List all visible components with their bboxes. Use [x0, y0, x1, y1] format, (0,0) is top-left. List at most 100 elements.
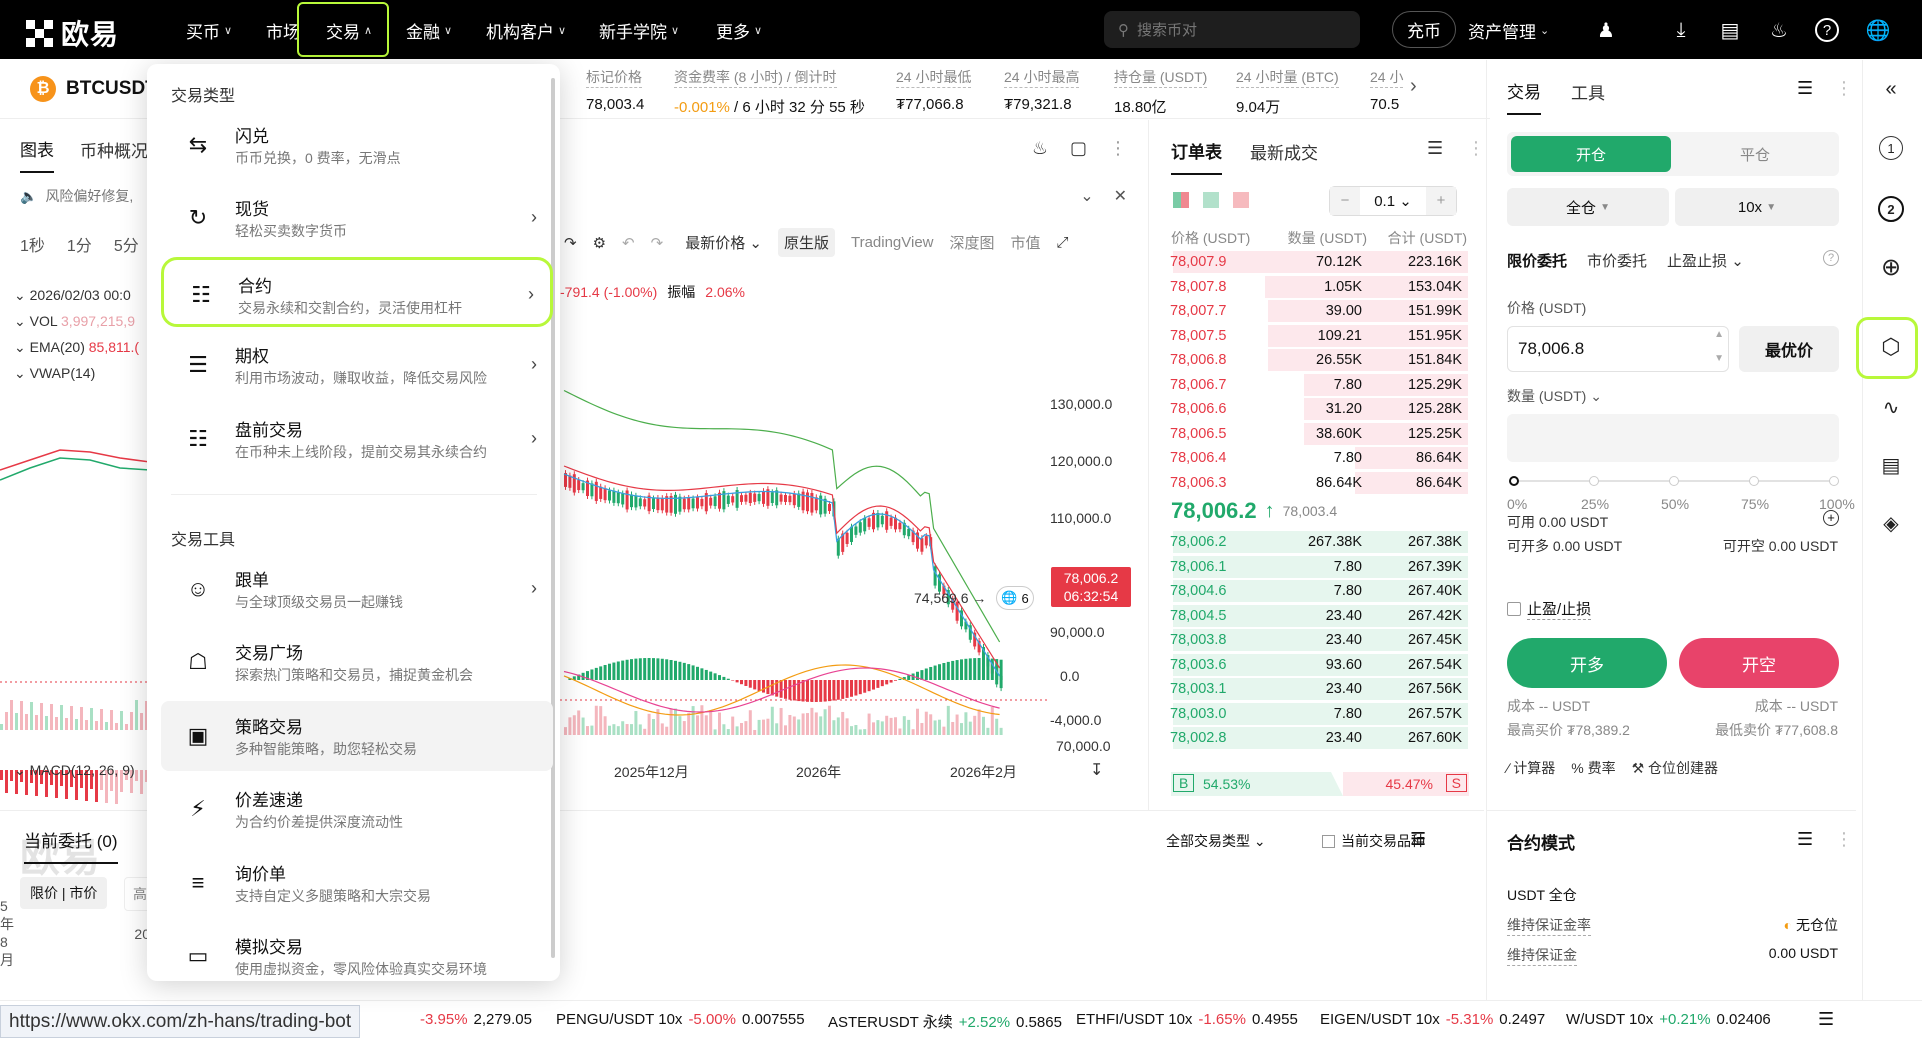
deposit-button[interactable]: 充币: [1392, 11, 1456, 48]
leverage-select[interactable]: 10x ▼: [1675, 188, 1839, 226]
timeframe-5m[interactable]: 5分: [114, 232, 139, 256]
view-both-icon[interactable]: [1173, 192, 1189, 208]
close-icon[interactable]: ✕: [1114, 186, 1127, 206]
bottom-ticker-item[interactable]: -3.95% 2,279.05: [414, 1011, 532, 1028]
slider-dot[interactable]: [1749, 476, 1759, 486]
dropdown-item-spread[interactable]: ⚡ 价差速递 为合约价差提供深度流动性: [161, 774, 553, 844]
ask-row[interactable]: 78,006.4 7.80 86.64K: [1170, 446, 1468, 470]
dropdown-item-premarket[interactable]: ☷ 盘前交易 在币种未上线阶段，提前交易其永续合约 ›: [161, 404, 553, 474]
tab-orderbook[interactable]: 订单表: [1171, 138, 1222, 175]
search-input[interactable]: ⚲ 搜索币对: [1104, 11, 1360, 48]
info-icon[interactable]: ?: [1823, 250, 1839, 266]
layout-2-icon[interactable]: 2: [1878, 196, 1904, 222]
nav-item-6[interactable]: 更多 ∨: [716, 18, 762, 43]
bid-row[interactable]: 78,003.0 7.80 267.57K: [1170, 702, 1468, 726]
nav-item-1[interactable]: 市场: [266, 18, 300, 43]
contract-settings-icon[interactable]: ☰: [1797, 829, 1813, 850]
ask-row[interactable]: 78,006.7 7.80 125.29K: [1170, 373, 1468, 397]
dropdown-item-demo[interactable]: ▭ 模拟交易 使用虚拟资金，零风险体验真实交易环境: [161, 921, 553, 981]
qty-label[interactable]: 数量 (USDT) ⌄: [1507, 386, 1602, 406]
slider-dot[interactable]: [1509, 476, 1519, 486]
bid-row[interactable]: 78,004.5 23.40 267.42K: [1170, 604, 1468, 628]
ask-row[interactable]: 78,007.5 109.21 151.95K: [1170, 324, 1468, 348]
price-input[interactable]: 78,006.8 ▲ ▼: [1507, 326, 1729, 372]
add-funds-icon[interactable]: +: [1823, 510, 1839, 526]
fullscreen-icon[interactable]: ⤢: [1057, 234, 1069, 251]
nav-item-4[interactable]: 机构客户 ∨: [486, 18, 566, 43]
bid-row[interactable]: 78,002.8 23.40 267.60K: [1170, 726, 1468, 750]
stepper-down-icon[interactable]: ▼: [1714, 353, 1724, 364]
redo-icon[interactable]: ↷: [651, 234, 664, 252]
slider-dot[interactable]: [1829, 476, 1839, 486]
ticker-settings-icon[interactable]: ☰: [1818, 1009, 1834, 1030]
fee-rate-button[interactable]: % 费率: [1571, 758, 1615, 778]
tab-limit-order[interactable]: 限价委托: [1507, 250, 1567, 271]
ask-row[interactable]: 78,006.3 86.64K 86.64K: [1170, 471, 1468, 495]
plus-icon[interactable]: +: [1426, 187, 1456, 215]
axis-scale-icon[interactable]: ↧: [1090, 760, 1103, 780]
price-step-stepper[interactable]: − 0.1 ⌄ +: [1329, 186, 1457, 216]
tab-latest-trades[interactable]: 最新成交: [1250, 139, 1318, 174]
nav-item-5[interactable]: 新手学院 ∨: [599, 18, 679, 43]
more-icon[interactable]: ⋮: [1835, 78, 1853, 99]
tab-tools[interactable]: 工具: [1571, 79, 1605, 114]
download-icon[interactable]: ⤓: [1667, 16, 1695, 44]
dropdown-item-copytrade[interactable]: ☺ 跟单 与全球顶级交易员一起赚钱 ›: [161, 554, 553, 624]
bid-row[interactable]: 78,003.6 93.60 267.54K: [1170, 653, 1468, 677]
chevron-right-icon[interactable]: ›: [1410, 75, 1417, 98]
best-price-button[interactable]: 最优价: [1739, 326, 1839, 372]
bottom-ticker-item[interactable]: ETHFI/USDT 10x -1.65% 0.4955: [1076, 1011, 1298, 1028]
dropdown-item-swap[interactable]: ⇆ 闪兑 币币兑换，0 费率，无滑点: [161, 110, 553, 180]
view-marketcap[interactable]: 市值: [1011, 232, 1041, 253]
tab-coin-info[interactable]: 币种概况: [80, 137, 148, 172]
tab-current-orders[interactable]: 当前委托 (0): [24, 827, 118, 864]
more-icon[interactable]: ⋮: [1109, 138, 1127, 159]
bid-row[interactable]: 78,003.1 23.40 267.56K: [1170, 677, 1468, 701]
tab-chart[interactable]: 图表: [20, 136, 54, 173]
ask-row[interactable]: 78,007.9 70.12K 223.16K: [1170, 250, 1468, 274]
dropdown-item-rfq[interactable]: ≡ 询价单 支持自定义多腿策略和大宗交易: [161, 848, 553, 918]
asset-management-menu[interactable]: 资产管理 ⌄: [1468, 18, 1549, 43]
dropdown-item-bot[interactable]: ▣ 策略交易 多种智能策略，助您轻松交易: [161, 700, 553, 771]
bell-icon[interactable]: ♨: [1765, 16, 1793, 44]
bid-row[interactable]: 78,006.2 267.38K 267.38K: [1170, 530, 1468, 554]
ask-row[interactable]: 78,007.8 1.05K 153.04K: [1170, 275, 1468, 299]
settings-icon[interactable]: ⚙: [593, 234, 606, 252]
position-builder-button[interactable]: ⚒ 仓位创建器: [1632, 758, 1718, 778]
chat-icon[interactable]: ▤: [1716, 16, 1744, 44]
view-bids-icon[interactable]: [1203, 192, 1219, 208]
view-depth[interactable]: 深度图: [950, 232, 995, 253]
price-mode-select[interactable]: 最新价格 ⌄: [685, 232, 762, 253]
collapse-icon[interactable]: ⌄: [1080, 186, 1093, 206]
view-tradingview[interactable]: TradingView: [851, 234, 934, 251]
bottom-ticker-item[interactable]: W/USDT 10x +0.21% 0.02406: [1566, 1011, 1771, 1028]
open-position-tab[interactable]: 开仓: [1511, 136, 1671, 172]
trade-settings-icon[interactable]: ☰: [1797, 78, 1813, 99]
pair-selector[interactable]: ₿ BTCUSDT: [30, 76, 157, 102]
timeframe-1s[interactable]: 1秒: [20, 232, 45, 256]
help-icon[interactable]: ?: [1815, 18, 1839, 42]
tab-trade[interactable]: 交易: [1507, 78, 1541, 115]
collapse-panel-icon[interactable]: «: [1876, 74, 1906, 104]
user-icon[interactable]: ♟: [1592, 16, 1620, 44]
ask-row[interactable]: 78,006.6 31.20 125.28K: [1170, 397, 1468, 421]
add-layout-icon[interactable]: ⊕: [1876, 252, 1906, 282]
activity-icon[interactable]: ∿: [1876, 392, 1906, 422]
tab-market-order[interactable]: 市价委托: [1587, 250, 1647, 271]
ask-row[interactable]: 78,007.7 39.00 151.99K: [1170, 299, 1468, 323]
bottom-ticker-item[interactable]: ASTERUSDT 永续 +2.52% 0.5865: [828, 1011, 1062, 1032]
tpsl-checkbox[interactable]: 止盈/止损: [1507, 598, 1592, 620]
okx-logo[interactable]: 欧易: [26, 13, 119, 53]
dropdown-item-options[interactable]: ☰ 期权 利用市场波动，赚取收益，降低交易风险 ›: [161, 330, 553, 400]
view-asks-icon[interactable]: [1233, 192, 1249, 208]
dropdown-item-spot[interactable]: ↻ 现货 轻松买卖数字货币 ›: [161, 183, 553, 253]
bottom-ticker-item[interactable]: PENGU/USDT 10x -5.00% 0.007555: [556, 1011, 805, 1028]
ask-row[interactable]: 78,006.5 38.60K 125.25K: [1170, 422, 1468, 446]
document-icon[interactable]: ▤: [1876, 450, 1906, 480]
indicator-icon[interactable]: ↷: [564, 234, 577, 252]
orderbook-settings-icon[interactable]: ☰: [1427, 138, 1443, 159]
bid-row[interactable]: 78,004.6 7.80 267.40K: [1170, 579, 1468, 603]
dropdown-item-futures[interactable]: ☷ 合约 交易永续和交割合约，灵活使用杠杆 ›: [161, 256, 553, 327]
more-icon[interactable]: ⋮: [1835, 829, 1853, 850]
nav-item-3[interactable]: 金融 ∨: [406, 18, 452, 43]
